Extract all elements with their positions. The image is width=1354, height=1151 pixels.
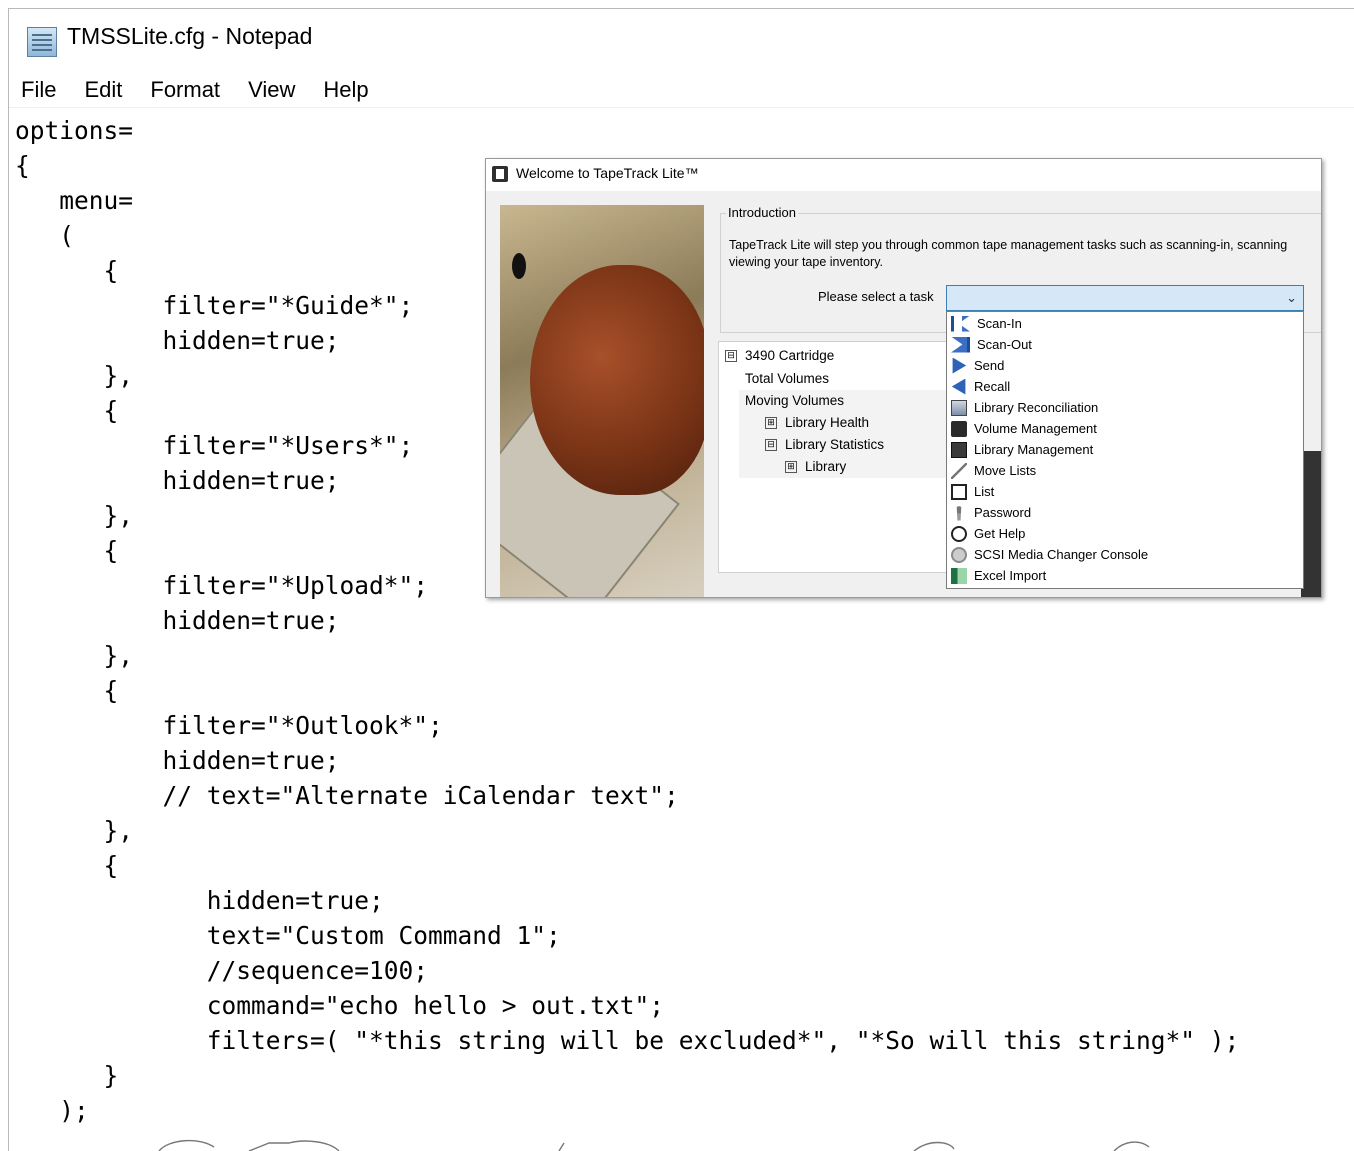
code-line: hidden=true; (15, 746, 340, 775)
dark-side-panel (1301, 451, 1321, 597)
library-management-icon (951, 441, 967, 458)
move-lists-icon (951, 462, 967, 479)
list-icon (951, 483, 967, 500)
tree-label: Total Volumes (745, 371, 830, 386)
tree-label: Library Health (785, 415, 870, 430)
task-option[interactable]: SCSI Media Changer Console (951, 544, 1148, 565)
task-option[interactable]: Password (951, 502, 1031, 523)
dialog-title-bar: Welcome to TapeTrack Lite™ (486, 159, 1321, 191)
code-line: { (15, 676, 119, 705)
task-option[interactable]: List (951, 481, 994, 502)
scan-out-icon (951, 336, 970, 353)
task-option-label: Password (974, 505, 1032, 520)
tree-item-cartridge[interactable]: ⊟ 3490 Cartridge (725, 348, 834, 363)
code-line: hidden=true; (15, 606, 340, 635)
task-select-label: Please select a task (818, 289, 934, 304)
code-line: text="Custom Command 1"; (15, 921, 561, 950)
tree-item-moving-volumes[interactable]: Moving Volumes (739, 390, 949, 412)
task-option-label: Library Reconciliation (974, 400, 1099, 415)
title-bar: TMSSLite.cfg - Notepad (9, 9, 1354, 67)
task-option[interactable]: Recall (951, 376, 1010, 397)
task-option[interactable]: Volume Management (951, 418, 1097, 439)
code-line: }, (15, 816, 134, 845)
code-line: { (15, 851, 119, 880)
task-option-label: Recall (974, 379, 1011, 394)
welcome-photo (500, 205, 704, 597)
task-option-label: Move Lists (974, 463, 1037, 478)
task-option[interactable]: Scan-In (951, 313, 1022, 334)
code-line: command="echo hello > out.txt"; (15, 991, 665, 1020)
menu-edit[interactable]: Edit (70, 71, 136, 109)
task-option-label: Get Help (974, 526, 1026, 541)
task-option-label: Scan-Out (977, 337, 1032, 352)
tree-item-library-statistics[interactable]: ⊟ Library Statistics (739, 434, 949, 456)
dialog-title: Welcome to TapeTrack Lite™ (516, 165, 699, 181)
get-help-icon (951, 525, 967, 542)
send-icon (952, 357, 967, 374)
code-line: ); (15, 1096, 89, 1125)
menu-file[interactable]: File (9, 71, 70, 109)
task-option-label: Send (974, 358, 1005, 373)
stats-tree: ⊟ 3490 Cartridge Total Volumes Moving Vol… (718, 341, 950, 573)
tree-label: Moving Volumes (745, 393, 845, 408)
collapse-icon[interactable]: ⊟ (725, 350, 737, 363)
task-option[interactable]: Send (951, 355, 1004, 376)
expand-icon[interactable]: ⊞ (785, 461, 797, 474)
task-option-label: SCSI Media Changer Console (974, 547, 1149, 562)
task-option-label: Volume Management (974, 421, 1097, 436)
code-line: }, (15, 641, 134, 670)
welcome-dialog-screenshot: Welcome to TapeTrack Lite™ Introduction … (485, 158, 1322, 598)
collapse-icon[interactable]: ⊟ (765, 439, 777, 452)
tree-item-library[interactable]: ⊞ Library (739, 456, 949, 478)
tree-item-library-health[interactable]: ⊞ Library Health (739, 412, 949, 434)
tapetrack-icon (492, 166, 508, 182)
expand-icon[interactable]: ⊞ (765, 417, 777, 430)
menu-separator (9, 107, 1354, 108)
intro-line-1: TapeTrack Lite will step you through com… (729, 238, 1288, 252)
task-dropdown-list[interactable]: Scan-In Scan-Out Send Recall Library Reconci… (946, 311, 1304, 589)
excel-import-icon (951, 567, 967, 584)
code-line: filters=( "*this string will be excluded… (15, 1026, 1240, 1055)
code-line: filter="*Outlook*"; (15, 711, 443, 740)
task-option[interactable]: Library Reconciliation (951, 397, 1098, 418)
code-line: //sequence=100; (15, 956, 429, 985)
code-line: // text="Alternate iCalendar text"; (15, 781, 679, 810)
torn-edge-decoration (158, 1140, 1150, 1151)
volume-management-icon (951, 420, 967, 437)
task-option-label: List (974, 484, 995, 499)
intro-text: TapeTrack Lite will step you through com… (729, 237, 1321, 271)
intro-line-2: viewing your tape inventory. (729, 255, 884, 269)
menu-bar: File Edit Format View Help (9, 71, 1354, 109)
notepad-icon (27, 27, 57, 57)
library-reconciliation-icon (951, 399, 967, 416)
task-option[interactable]: Excel Import (951, 565, 1046, 586)
menu-view[interactable]: View (234, 71, 309, 109)
task-option-label: Library Management (974, 442, 1094, 457)
code-line: options= (15, 116, 134, 145)
dialog-body: Introduction TapeTrack Lite will step yo… (486, 191, 1321, 597)
tree-label: 3490 Cartridge (745, 348, 835, 363)
menu-help[interactable]: Help (309, 71, 382, 109)
task-option[interactable]: Scan-Out (951, 334, 1032, 355)
tree-label: Library Statistics (785, 437, 885, 452)
menu-format[interactable]: Format (136, 71, 234, 109)
password-icon (956, 504, 962, 521)
task-option[interactable]: Library Management (951, 439, 1093, 460)
tree-label: Library (805, 459, 847, 474)
task-option-label: Excel Import (974, 568, 1047, 583)
task-option[interactable]: Get Help (951, 523, 1025, 544)
recall-icon (951, 378, 966, 395)
tree-item-total-volumes[interactable]: Total Volumes (739, 368, 949, 390)
task-option[interactable]: Move Lists (951, 460, 1036, 481)
code-line: } (15, 1061, 119, 1090)
introduction-label: Introduction (726, 205, 798, 220)
scan-in-icon (951, 315, 970, 332)
code-line: hidden=true; (15, 886, 384, 915)
task-option-label: Scan-In (977, 316, 1022, 331)
task-select[interactable]: ⌄ (946, 285, 1304, 311)
chevron-down-icon[interactable]: ⌄ (1286, 290, 1297, 306)
window-title: TMSSLite.cfg - Notepad (67, 23, 313, 49)
scsi-console-icon (951, 546, 967, 563)
